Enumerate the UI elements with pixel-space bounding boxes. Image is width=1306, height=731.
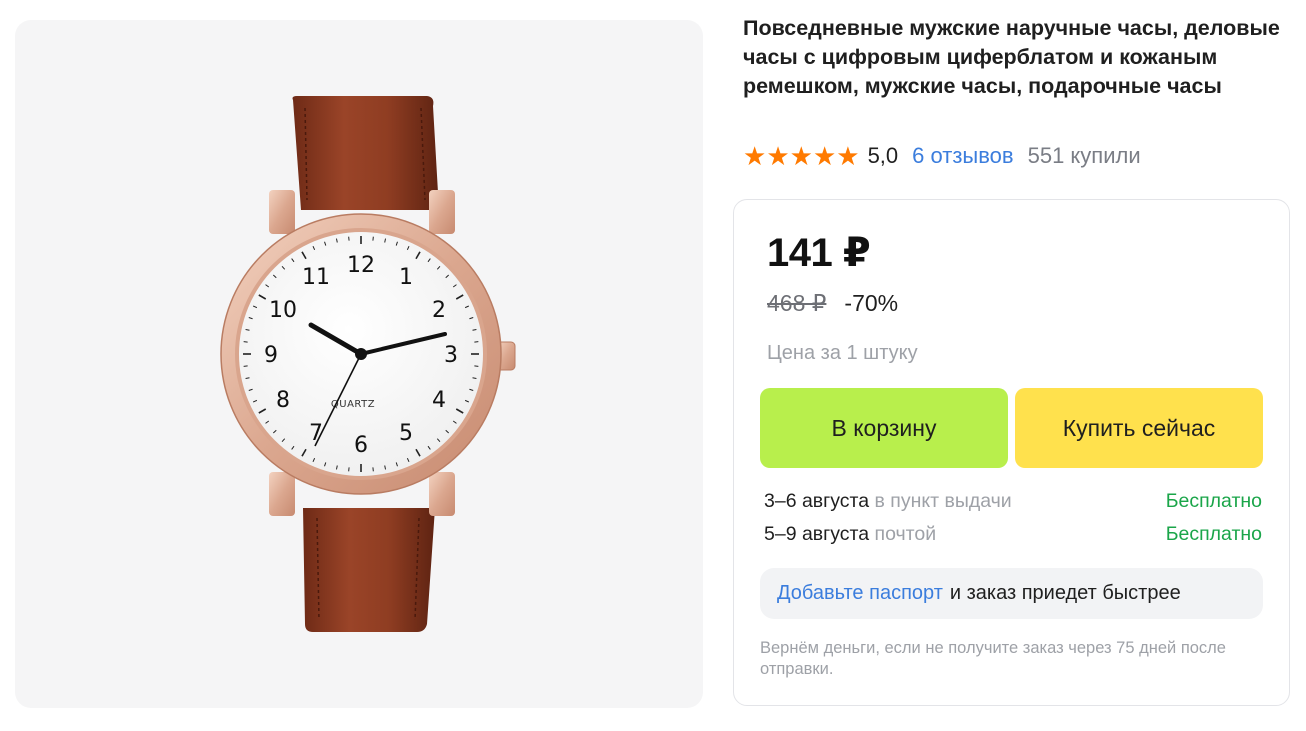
dial-numeral: 12 <box>347 253 375 278</box>
star-icon: ★ <box>812 141 837 171</box>
rating-row: ★ ★ ★ ★ ★ 5,0 6 отзывов 551 купили <box>743 141 1141 171</box>
strap-top <box>292 96 439 210</box>
dial-numeral: 1 <box>399 265 413 290</box>
refund-note: Вернём деньги, если не получите заказ че… <box>760 639 1226 678</box>
dial-numeral: 3 <box>444 343 458 368</box>
dial-numeral: 11 <box>302 265 330 290</box>
strap-bottom <box>303 508 435 632</box>
discount-badge: -70% <box>844 290 899 316</box>
dial-numeral: 9 <box>264 343 278 368</box>
star-icon: ★ <box>766 141 790 171</box>
delivery-method: в пункт выдачи <box>869 490 1012 512</box>
star-icon: ★ <box>743 141 767 171</box>
buy-now-button[interactable]: Купить сейчас <box>1015 388 1263 468</box>
dial-numeral: 5 <box>399 421 413 446</box>
dial-numeral: 10 <box>269 298 297 323</box>
delivery-date: 5–9 августа <box>764 523 870 545</box>
purchase-card: 141 ₽ 468 ₽ -70% Цена за 1 штуку В корзи… <box>733 199 1290 706</box>
delivery-price: Бесплатно <box>1165 490 1262 512</box>
bought-count: 551 купили <box>1027 143 1141 168</box>
dial-numeral: 4 <box>432 388 446 413</box>
dial-numeral: 2 <box>432 298 446 323</box>
reviews-link[interactable]: 6 отзывов <box>912 143 1013 169</box>
delivery-price: Бесплатно <box>1165 523 1262 545</box>
delivery-date: 3–6 августа <box>764 490 870 512</box>
star-icon: ★ <box>789 141 813 171</box>
add-to-cart-button[interactable]: В корзину <box>760 388 1008 468</box>
dial-numeral: 8 <box>276 388 290 413</box>
delivery-option: 3–6 августа в пункт выдачи Бесплатно <box>764 490 1262 513</box>
rating-value: 5,0 <box>867 143 899 168</box>
passport-banner-text: и заказ приедет быстрее <box>949 582 1181 604</box>
old-price: 468 ₽ <box>767 290 827 316</box>
add-passport-link[interactable]: Добавьте паспорт <box>777 582 943 605</box>
product-title: Повседневные мужские наручные часы, дело… <box>743 16 1280 98</box>
rating-stars: ★ ★ ★ ★ ★ <box>743 143 860 169</box>
current-price: 141 ₽ <box>767 231 871 275</box>
product-image-gallery[interactable]: 12 1 2 3 4 5 6 7 8 9 10 11 QUARTZ <box>15 20 703 708</box>
dial-numeral: 6 <box>354 433 368 458</box>
star-icon: ★ <box>836 141 860 171</box>
product-image[interactable]: 12 1234567891011 QUARTZ <box>15 20 703 708</box>
old-price-row: 468 ₽ -70% <box>767 290 898 317</box>
passport-banner: Добавьте паспорт и заказ приедет быстрее <box>760 568 1263 619</box>
delivery-method: почтой <box>869 523 937 545</box>
unit-price-note: Цена за 1 штуку <box>767 342 918 364</box>
delivery-option: 5–9 августа почтой Бесплатно <box>764 523 1262 546</box>
